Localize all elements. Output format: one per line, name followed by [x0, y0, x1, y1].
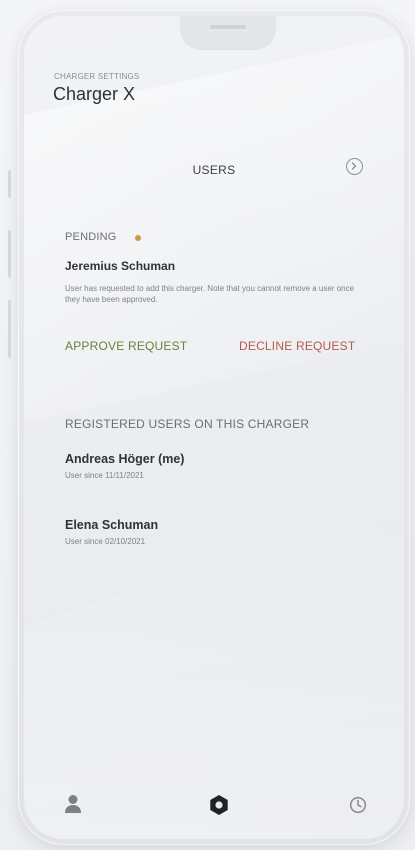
- approve-request-button[interactable]: APPROVE REQUEST: [65, 339, 187, 353]
- chevron-circle-icon: [351, 162, 357, 170]
- decline-request-button[interactable]: DECLINE REQUEST: [239, 339, 355, 353]
- user-name: Andreas Höger (me): [65, 452, 185, 466]
- user-list-item[interactable]: Elena Schuman User since 02/10/2021: [65, 518, 158, 546]
- users-more-button[interactable]: [346, 158, 363, 175]
- clock-icon: [349, 796, 367, 814]
- screen-eyebrow: CHARGER SETTINGS: [54, 72, 140, 81]
- side-button-volume-down: [8, 300, 11, 358]
- pending-status-dot: [135, 235, 141, 241]
- side-button-silent: [8, 170, 11, 198]
- pending-status-label: PENDING: [65, 231, 117, 243]
- page-title: Charger X: [53, 84, 136, 104]
- nav-history-button[interactable]: [349, 796, 367, 819]
- hexagon-charger-icon: [210, 795, 228, 815]
- user-since-date: User since 02/10/2021: [65, 537, 146, 546]
- user-since-date: User since 11/11/2021: [65, 471, 144, 480]
- nav-charger-button[interactable]: [208, 794, 230, 821]
- registered-users-heading: REGISTERED USERS ON THIS CHARGER: [65, 417, 310, 431]
- pending-user-name: Jeremius Schuman: [65, 259, 176, 273]
- pending-request-note: User has requested to add this charger. …: [65, 284, 355, 304]
- device-backdrop: CHARGER SETTINGS Charger X USERS PENDING…: [0, 0, 415, 850]
- user-name: Elena Schuman: [65, 518, 159, 532]
- user-list-item[interactable]: Andreas Höger (me) User since 11/11/2021: [65, 452, 184, 480]
- user-icon: [65, 795, 81, 813]
- phone-screen: CHARGER SETTINGS Charger X USERS PENDING…: [24, 16, 404, 839]
- app-content: CHARGER SETTINGS Charger X USERS PENDING…: [24, 16, 404, 839]
- nav-profile-button[interactable]: [64, 794, 82, 819]
- phone-frame: CHARGER SETTINGS Charger X USERS PENDING…: [18, 10, 410, 845]
- side-button-volume-up: [8, 230, 11, 278]
